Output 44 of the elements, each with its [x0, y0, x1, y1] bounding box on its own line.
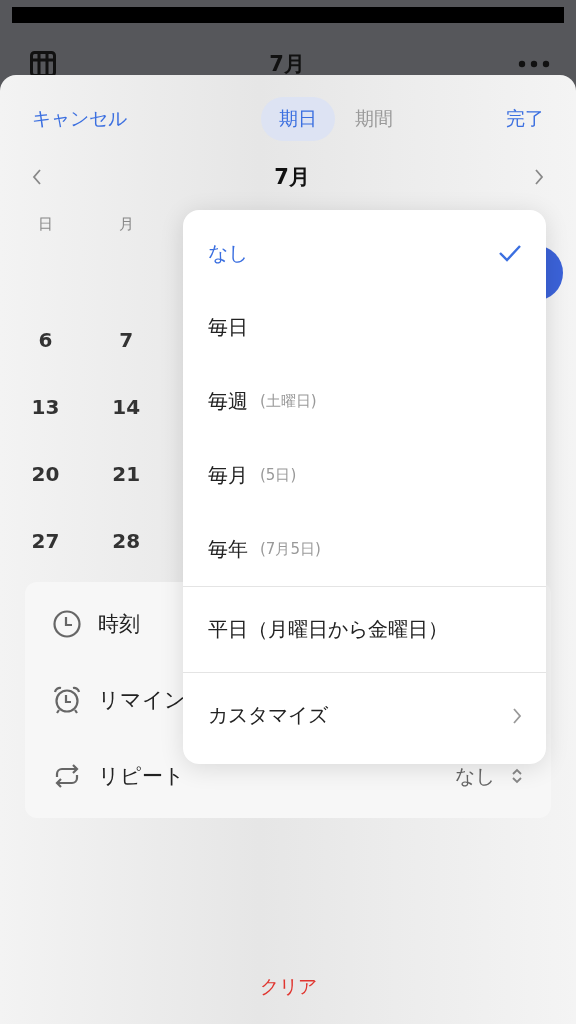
menu-item[interactable]: 毎日: [183, 290, 546, 364]
next-month-icon[interactable]: [534, 168, 544, 186]
menu-item-label: 平日（月曜日から金曜日）: [208, 616, 448, 643]
weekday-label: 日: [36, 214, 54, 234]
more-icon[interactable]: [518, 60, 550, 68]
date-cell[interactable]: 13: [5, 394, 86, 419]
clear-button[interactable]: クリア: [259, 974, 317, 1000]
date-cell[interactable]: 20: [5, 461, 86, 486]
done-button[interactable]: 完了: [506, 106, 544, 132]
setting-value[interactable]: なし: [455, 762, 495, 790]
menu-item[interactable]: 毎週 (土曜日): [183, 364, 546, 438]
menu-item[interactable]: なし: [183, 216, 546, 290]
tab[interactable]: 期日: [260, 97, 335, 141]
date-cell[interactable]: 6: [5, 327, 86, 352]
date-cell[interactable]: 28: [85, 528, 167, 553]
check-icon: [498, 244, 522, 262]
menu-item-label: なし: [208, 239, 248, 267]
menu-item-label: 毎月: [208, 461, 248, 489]
menu-item-label: 毎週: [208, 387, 248, 415]
clock-icon: [52, 609, 82, 639]
menu-item[interactable]: 毎年 (7月5日): [183, 512, 546, 586]
menu-item[interactable]: 平日（月曜日から金曜日）: [183, 587, 546, 672]
date-cell[interactable]: 14: [85, 394, 167, 419]
date-cell[interactable]: 7: [85, 327, 167, 352]
chevron-right-icon: [512, 706, 522, 725]
menu-item[interactable]: カスタマイズ: [183, 673, 546, 758]
menu-item[interactable]: 毎月 (5日): [183, 438, 546, 512]
weekday-label: 月: [117, 214, 135, 234]
up-down-icon[interactable]: [511, 767, 523, 785]
menu-item-detail: (土曜日): [260, 391, 317, 411]
menu-item-label: 毎年: [208, 535, 248, 563]
month-title: 7月: [274, 164, 310, 191]
previous-month-icon[interactable]: [32, 168, 42, 186]
setting-label[interactable]: リピート: [98, 762, 439, 790]
menu-item-label: 毎日: [208, 313, 248, 341]
page-title: 7月: [269, 51, 305, 78]
date-cell[interactable]: 27: [5, 528, 86, 553]
cancel-button[interactable]: キャンセル: [32, 106, 127, 132]
alarm-clock-icon: [52, 685, 82, 715]
grid-icon[interactable]: [30, 51, 56, 77]
menu-item-label: カスタマイズ: [208, 702, 328, 729]
menu-item-detail: (5日): [260, 465, 297, 485]
date-cell[interactable]: 21: [85, 461, 167, 486]
menu-item-detail: (7月5日): [260, 539, 321, 559]
